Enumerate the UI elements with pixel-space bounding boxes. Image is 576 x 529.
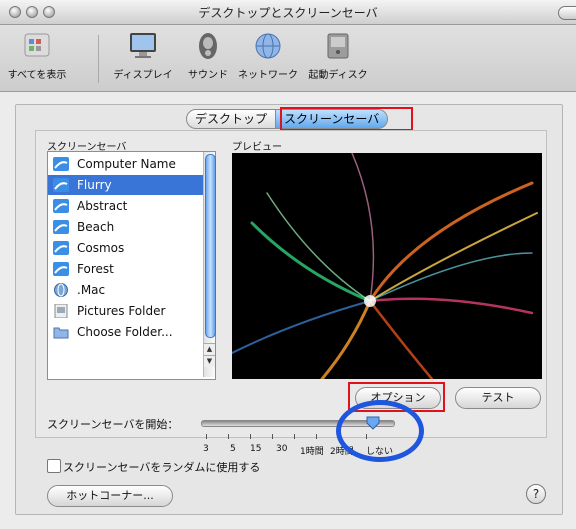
toolbar: すべてを表示 ディスプレイ サウンド ネットワーク 起動ディスク (0, 25, 576, 92)
dotmac-icon (53, 283, 69, 297)
scroll-up-arrow-icon[interactable]: ▲ (204, 343, 215, 355)
highlight-screensaver-tab (280, 107, 413, 131)
slider-tick (228, 434, 229, 439)
tick-label: 15 (250, 444, 262, 454)
display-icon (126, 31, 160, 61)
preview-label: プレビュー (232, 142, 282, 153)
random-checkbox[interactable] (47, 459, 61, 473)
toolbar-toggle-button[interactable] (558, 6, 576, 20)
list-item-label: Forest (77, 262, 114, 276)
list-item[interactable]: Cosmos (48, 238, 205, 258)
screensaver-icon (53, 157, 69, 171)
list-item[interactable]: Computer Name (48, 154, 205, 174)
tick-label: 5 (230, 444, 236, 454)
flurry-preview-image (232, 153, 538, 379)
toolbar-sound[interactable]: サウンド (183, 31, 233, 81)
scroll-down-arrow-icon[interactable]: ▼ (204, 355, 215, 367)
screensaver-list[interactable]: Computer Name Flurry Abstract Beach Cosm… (47, 151, 216, 380)
slider-tick (294, 434, 295, 439)
list-scrollbar[interactable]: ▲ ▼ (203, 152, 216, 377)
list-item[interactable]: Abstract (48, 196, 205, 216)
annotation-circle (336, 400, 424, 462)
list-item-label: Beach (77, 220, 115, 234)
list-item-label: .Mac (77, 283, 106, 297)
toolbar-show-all[interactable]: すべてを表示 (2, 31, 72, 81)
scrollbar-thumb[interactable] (205, 154, 216, 338)
list-item[interactable]: Forest (48, 259, 205, 279)
list-item-label: Flurry (77, 178, 112, 192)
screensaver-icon (53, 262, 69, 276)
toolbar-label: ネットワーク (238, 70, 298, 81)
list-item-label: Abstract (77, 199, 128, 213)
screensaver-icon (53, 178, 69, 192)
hot-corners-button[interactable]: ホットコーナー... (47, 485, 173, 507)
list-item[interactable]: Choose Folder... (48, 322, 205, 342)
window-title: デスクトップとスクリーンセーバ (198, 6, 378, 20)
pictures-icon (53, 303, 69, 319)
list-item-label: Cosmos (77, 241, 125, 255)
preferences-window: デスクトップとスクリーンセーバ すべてを表示 ディスプレイ サウンド ネットワー… (0, 0, 576, 529)
help-button[interactable]: ? (526, 484, 546, 504)
toolbar-label: サウンド (188, 70, 228, 81)
start-label: スクリーンセーバを開始： (47, 418, 179, 431)
list-item-selected[interactable]: Flurry (48, 175, 205, 195)
speaker-icon (191, 31, 225, 61)
screensaver-icon (53, 199, 69, 213)
list-item-label: Computer Name (77, 157, 176, 171)
folder-icon (53, 325, 69, 339)
toolbar-display[interactable]: ディスプレイ (108, 31, 178, 81)
toolbar-label: すべてを表示 (7, 70, 67, 81)
test-button[interactable]: テスト (455, 387, 541, 409)
toolbar-label: 起動ディスク (308, 70, 368, 81)
list-item[interactable]: .Mac (48, 280, 205, 300)
screensaver-icon (53, 220, 69, 234)
globe-icon (251, 31, 285, 61)
slider-tick (316, 434, 317, 439)
screensaver-icon (53, 241, 69, 255)
tick-label: 1時間 (300, 447, 324, 457)
disk-icon (321, 31, 355, 61)
preview-area (232, 153, 542, 379)
tick-label: 30 (276, 444, 288, 454)
list-item[interactable]: Beach (48, 217, 205, 237)
toolbar-label: ディスプレイ (113, 70, 173, 81)
tab-desktop[interactable]: デスクトップ (186, 109, 277, 129)
slider-tick (250, 434, 251, 439)
list-item[interactable]: Pictures Folder (48, 301, 205, 321)
slider-tick (272, 434, 273, 439)
grid-icon (20, 31, 54, 61)
slider-tick (206, 434, 207, 439)
toolbar-network[interactable]: ネットワーク (238, 31, 298, 81)
random-checkbox-label: スクリーンセーバをランダムに使用する (63, 461, 261, 474)
tick-label: 3 (203, 444, 209, 454)
toolbar-startup-disk[interactable]: 起動ディスク (306, 31, 370, 81)
title-bar: デスクトップとスクリーンセーバ (0, 0, 576, 25)
list-item-label: Choose Folder... (77, 325, 173, 339)
list-item-label: Pictures Folder (77, 304, 166, 318)
toolbar-separator (98, 35, 99, 83)
